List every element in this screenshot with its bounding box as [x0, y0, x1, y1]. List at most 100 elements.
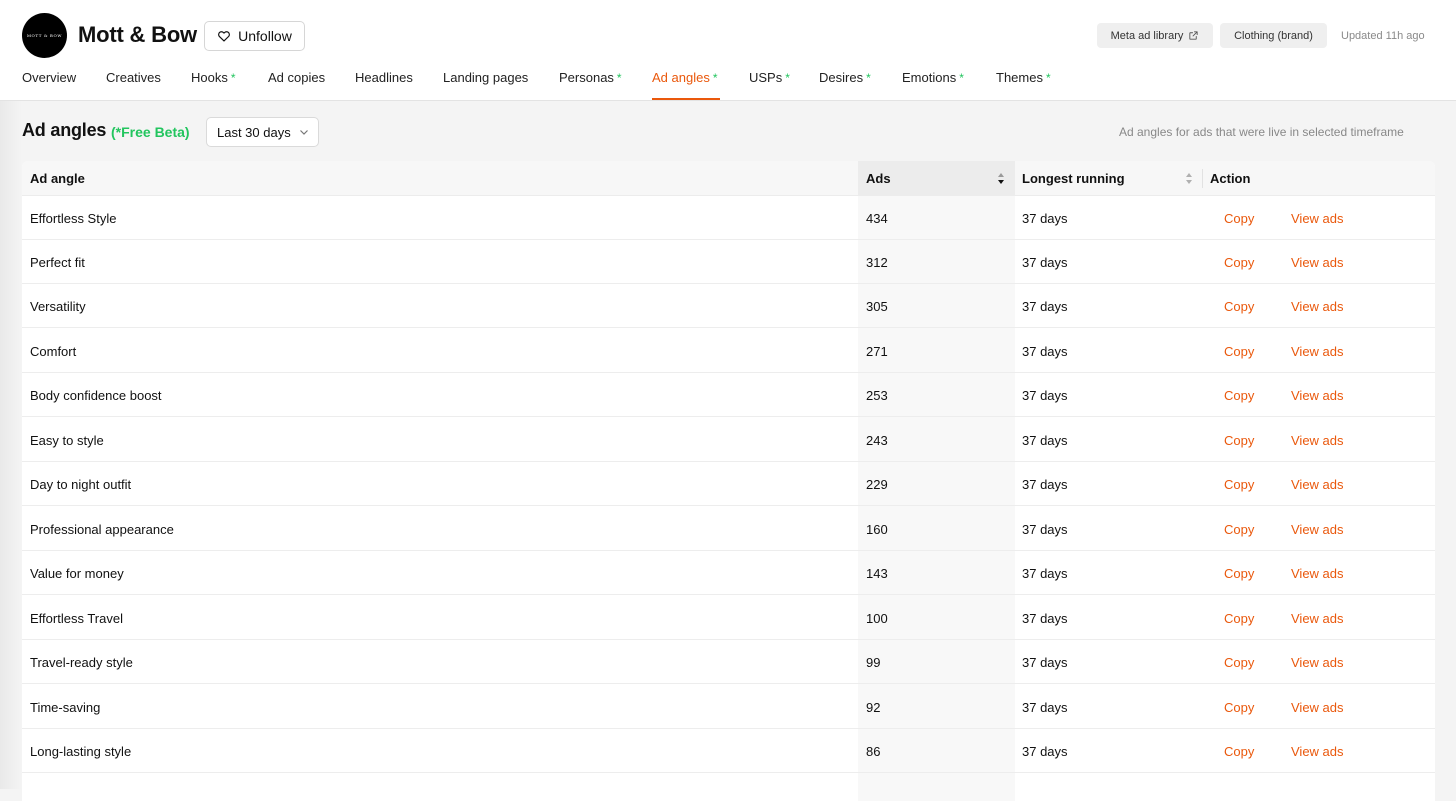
table-row: Effortless Style 434 37 days Copy View a…	[22, 196, 1435, 240]
copy-button[interactable]: Copy	[1224, 596, 1254, 640]
tab-ad-angles[interactable]: Ad angles *	[652, 70, 720, 100]
tab-personas[interactable]: Personas *	[559, 70, 623, 100]
column-header-longest-running[interactable]: Longest running	[1015, 161, 1202, 196]
column-header-ads[interactable]: Ads	[858, 161, 1015, 196]
copy-button[interactable]: Copy	[1224, 507, 1254, 551]
copy-button[interactable]: Copy	[1224, 373, 1254, 417]
tab-headlines[interactable]: Headlines	[355, 70, 414, 100]
cell-ad-angle: Professional appearance	[30, 521, 174, 537]
cell-ad-angle: Comfort	[30, 343, 77, 359]
brand-logo: MOTT & BOW	[22, 13, 67, 58]
tab-label: Ad angles	[652, 70, 710, 85]
view-ads-link[interactable]: View ads	[1291, 284, 1344, 328]
cell-ad-angle: Value for money	[30, 565, 124, 581]
brand-name: Mott & Bow	[78, 22, 197, 47]
chevron-down-icon	[299, 130, 308, 135]
view-ads-link[interactable]: View ads	[1291, 373, 1344, 417]
copy-button[interactable]: Copy	[1224, 729, 1254, 773]
table-header: Ad angle Ads Longest running Action	[22, 161, 1435, 196]
cell-ads-count: 143	[866, 565, 888, 581]
page-edge-shadow	[0, 101, 22, 789]
cell-longest-running: 37 days	[1022, 743, 1068, 759]
cell-ads-count: 253	[866, 387, 888, 403]
external-link-icon	[1189, 31, 1198, 40]
category-badge: Clothing (brand)	[1220, 23, 1327, 48]
page-title: Ad angles	[22, 120, 107, 140]
view-ads-link[interactable]: View ads	[1291, 640, 1344, 684]
cell-longest-running: 37 days	[1022, 387, 1068, 403]
view-ads-link[interactable]: View ads	[1291, 551, 1344, 595]
column-header-action: Action	[1202, 161, 1435, 196]
cell-ad-angle: Time-saving	[30, 699, 101, 715]
tab-new-dot: *	[712, 71, 718, 85]
cell-ads-count: 92	[866, 699, 881, 715]
beta-badge: (*Free Beta)	[111, 124, 190, 140]
table-row: Travel-ready style 99 37 days Copy View …	[22, 640, 1435, 684]
cell-ad-angle: Long-lasting style	[30, 743, 132, 759]
cell-ads-count: 99	[866, 654, 881, 670]
view-ads-link[interactable]: View ads	[1291, 729, 1344, 773]
cell-ads-count: 434	[866, 210, 888, 226]
view-ads-link[interactable]: View ads	[1291, 196, 1344, 240]
copy-button[interactable]: Copy	[1224, 196, 1254, 240]
copy-button[interactable]: Copy	[1224, 462, 1254, 506]
table-row: Value for money 143 37 days Copy View ad…	[22, 551, 1435, 595]
column-header-label: Ads	[866, 171, 891, 186]
tab-overview[interactable]: Overview	[22, 70, 78, 100]
tab-creatives[interactable]: Creatives	[106, 70, 163, 100]
tab-ad-copies[interactable]: Ad copies	[268, 70, 326, 100]
cell-ad-angle: Effortless Travel	[30, 610, 123, 626]
tab-landing-pages[interactable]: Landing pages	[443, 70, 530, 100]
tab-label: Creatives	[106, 70, 161, 85]
cell-longest-running: 37 days	[1022, 521, 1068, 537]
tab-new-dot: *	[1045, 71, 1051, 85]
column-header-label: Ad angle	[30, 171, 85, 186]
view-ads-link[interactable]: View ads	[1291, 507, 1344, 551]
copy-button[interactable]: Copy	[1224, 685, 1254, 729]
tab-emotions[interactable]: Emotions *	[902, 70, 967, 100]
view-ads-link[interactable]: View ads	[1291, 240, 1344, 284]
cell-longest-running: 37 days	[1022, 343, 1068, 359]
cell-longest-running: 37 days	[1022, 254, 1068, 270]
copy-button[interactable]: Copy	[1224, 418, 1254, 462]
meta-ad-library-label: Meta ad library	[1110, 29, 1184, 42]
tab-desires[interactable]: Desires *	[819, 70, 873, 100]
tab-label: Themes	[996, 70, 1043, 85]
cell-ad-angle: Effortless Style	[30, 210, 117, 226]
tab-label: USPs	[749, 70, 783, 85]
unfollow-button[interactable]: Unfollow	[204, 21, 305, 51]
cell-ads-count: 312	[866, 254, 888, 270]
heart-icon	[218, 31, 231, 42]
cell-ads-count: 305	[866, 298, 888, 314]
copy-button[interactable]: Copy	[1224, 240, 1254, 284]
sort-icon	[1186, 173, 1192, 184]
copy-button[interactable]: Copy	[1224, 329, 1254, 373]
copy-button[interactable]: Copy	[1224, 284, 1254, 328]
updated-timestamp: Updated 11h ago	[1341, 30, 1425, 42]
copy-button[interactable]: Copy	[1224, 640, 1254, 684]
cell-longest-running: 37 days	[1022, 298, 1068, 314]
view-ads-link[interactable]: View ads	[1291, 462, 1344, 506]
cell-longest-running: 37 days	[1022, 476, 1068, 492]
tab-new-dot: *	[616, 71, 622, 85]
meta-ad-library-link[interactable]: Meta ad library	[1097, 23, 1213, 48]
view-ads-link[interactable]: View ads	[1291, 418, 1344, 462]
copy-button[interactable]: Copy	[1224, 551, 1254, 595]
cell-ad-angle: Travel-ready style	[30, 654, 133, 670]
tab-usps[interactable]: USPs *	[749, 70, 790, 100]
tab-label: Desires	[819, 70, 864, 85]
view-ads-link[interactable]: View ads	[1291, 329, 1344, 373]
tab-themes[interactable]: Themes *	[996, 70, 1053, 100]
table-row: Long-lasting style 86 37 days Copy View …	[22, 729, 1435, 773]
cell-longest-running: 37 days	[1022, 654, 1068, 670]
page-header: MOTT & BOW Mott & Bow Unfollow Meta ad l…	[0, 0, 1456, 101]
tab-new-dot: *	[866, 71, 871, 85]
tab-label: Personas	[559, 70, 614, 85]
tab-label: Landing pages	[443, 70, 529, 85]
view-ads-link[interactable]: View ads	[1291, 596, 1344, 640]
timeframe-select[interactable]: Last 30 days	[206, 117, 319, 147]
tab-label: Emotions	[902, 70, 957, 85]
tab-hooks[interactable]: Hooks *	[191, 70, 239, 100]
cell-longest-running: 37 days	[1022, 565, 1068, 581]
view-ads-link[interactable]: View ads	[1291, 685, 1344, 729]
